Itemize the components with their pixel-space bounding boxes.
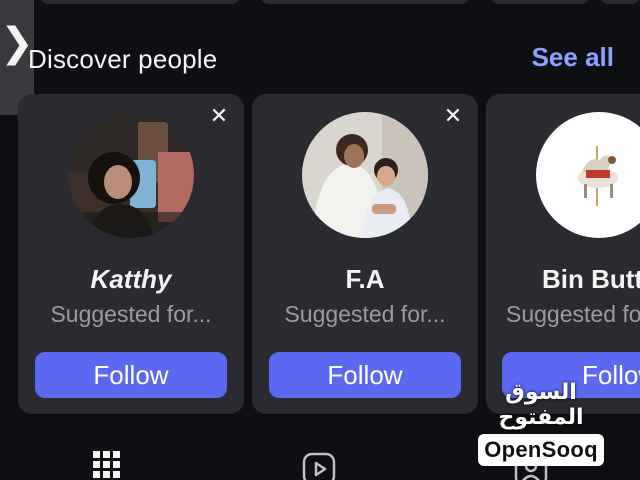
- avatar[interactable]: [536, 112, 640, 238]
- section-title: Discover people: [28, 44, 218, 74]
- top-tile: [260, 0, 470, 4]
- follow-button[interactable]: Follow: [35, 352, 227, 398]
- watermark-brand-text: OpenSooq: [478, 434, 604, 466]
- user-name: F.A: [345, 264, 385, 294]
- avatar[interactable]: [68, 112, 194, 238]
- top-row-edge: [0, 0, 640, 6]
- close-icon[interactable]: ✕: [208, 106, 230, 128]
- watermark-arabic-text: السوق المفتوح: [498, 380, 584, 430]
- opensooq-watermark: السوق المفتوح OpenSooq: [466, 380, 616, 466]
- suggestion-subtitle: Suggested for: [506, 301, 640, 327]
- user-name: Katthy: [90, 264, 172, 294]
- top-tile: [600, 0, 640, 4]
- close-icon[interactable]: ✕: [442, 106, 464, 128]
- suggestion-card: ✕ F.A Suggested for... Follow: [252, 94, 478, 414]
- see-all-link[interactable]: See all: [532, 42, 614, 73]
- user-name: Bin Butt: [542, 264, 640, 294]
- suggestion-card: ✕ Katthy Suggested for... Follow: [18, 94, 244, 414]
- suggestion-subtitle: Suggested for...: [50, 301, 212, 327]
- suggestion-card: Bin Butt Suggested for Follow: [486, 94, 640, 414]
- follow-button[interactable]: Follow: [269, 352, 461, 398]
- grid-icon[interactable]: [92, 450, 122, 480]
- suggestion-subtitle: Suggested for...: [284, 301, 446, 327]
- avatar[interactable]: [302, 112, 428, 238]
- reels-icon[interactable]: [302, 452, 336, 480]
- top-tile: [40, 0, 240, 4]
- top-tile: [490, 0, 590, 4]
